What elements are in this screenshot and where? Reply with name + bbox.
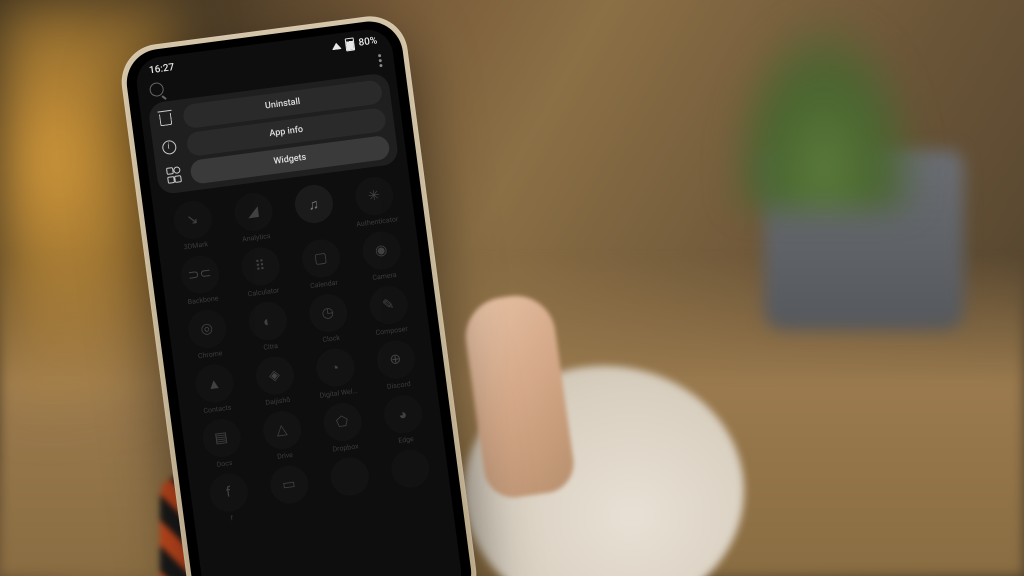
app-label: Edge [398,435,414,445]
app-analytics[interactable]: ◢Analytics [221,189,286,245]
app-discord[interactable]: ⊕Discord [364,337,429,393]
battery-icon [345,37,356,51]
app-icon: ◷ [306,292,349,335]
app-clock[interactable]: ◷Clock [296,290,361,346]
app-label: Daijishō [265,396,291,407]
app-item-21[interactable]: ▭ [257,462,322,518]
app-item-23[interactable] [378,446,443,502]
app-dropbox[interactable]: ⬠Dropbox [310,399,375,455]
app-icon: ⠿ [239,245,282,288]
app-label: Dropbox [332,442,359,453]
phone-screen: 16:27 80% UninstallApp infoWidgets [134,27,465,576]
battery-percent: 80% [358,35,378,48]
app-label: Clock [322,334,340,344]
app-chrome[interactable]: ◎Chrome [175,306,240,362]
app-icon: ▤ [200,417,243,460]
app-label: 3DMark [183,240,208,251]
app-item-2[interactable]: ♫ [282,181,347,237]
app-label: Calendar [310,279,339,291]
wifi-icon [331,42,342,50]
app-icon: ◈ [253,354,296,397]
app-label: Discord [387,380,412,391]
app-label: Analytics [242,232,271,244]
app-label: Citra [263,342,279,352]
app-calendar[interactable]: ▢Calendar [289,236,354,292]
app-icon: ◎ [186,308,229,351]
app-drive[interactable]: △Drive [250,407,315,463]
search-icon [149,82,165,98]
overflow-menu-icon[interactable] [378,53,383,66]
app-item-22[interactable] [318,454,383,510]
app-icon: ⬠ [321,401,364,444]
info-icon [160,138,178,156]
app-authenticator[interactable]: ✳Authenticator [342,173,407,229]
app-label: Drive [277,451,294,461]
app-backbone[interactable]: ⊃⊂Backbone [168,252,233,308]
app-icon: ⊕ [374,338,417,381]
app-label: Camera [372,271,397,282]
app-icon: ▢ [299,237,342,280]
app-icon: ◢ [232,191,275,234]
app-icon: ◕ [381,393,424,436]
app-icon: ◐ [246,300,289,343]
app-icon: ✎ [367,284,410,327]
trash-icon [157,111,175,129]
app-drawer-grid[interactable]: ↘3DMark◢Analytics♫✳Authenticator⊃⊂Backbo… [152,162,451,527]
app-calculator[interactable]: ⠿Calculator [228,244,293,300]
app-label: Chrome [198,349,223,360]
app-digital-wel-[interactable]: ◔Digital Wel… [303,345,368,401]
app-icon: ✳ [353,175,396,218]
app-label: Docs [216,459,233,469]
app-label: Calculator [247,286,279,298]
app-citra[interactable]: ◐Citra [236,298,301,354]
app-icon: ◉ [360,229,403,272]
app-f[interactable]: ff [197,470,262,526]
app-label: Contacts [203,404,232,416]
app-icon: ⊃⊂ [178,253,221,296]
app-icon [328,455,371,498]
app-label: Backbone [187,294,219,306]
app-icon: ↘ [171,199,214,242]
app-daijish-[interactable]: ◈Daijishō [243,353,308,409]
app-icon: ♫ [292,183,335,226]
app-contacts[interactable]: ▲Contacts [182,361,247,417]
app-icon [389,447,432,490]
clock-time: 16:27 [148,62,175,76]
app-icon: f [207,471,250,514]
app-3dmark[interactable]: ↘3DMark [161,197,226,253]
app-label: f [230,514,233,522]
app-label: Composer [375,325,408,337]
widgets-icon [164,166,182,184]
app-label: Digital Wel… [319,387,357,400]
app-icon: ▲ [193,362,236,405]
app-label: Authenticator [356,215,399,228]
app-composer[interactable]: ✎Composer [357,282,422,338]
app-icon: ◔ [314,346,357,389]
app-camera[interactable]: ◉Camera [349,228,414,284]
app-docs[interactable]: ▤Docs [189,415,254,471]
app-icon: ▭ [268,463,311,506]
app-edge[interactable]: ◕Edge [371,392,436,448]
app-icon: △ [260,409,303,452]
